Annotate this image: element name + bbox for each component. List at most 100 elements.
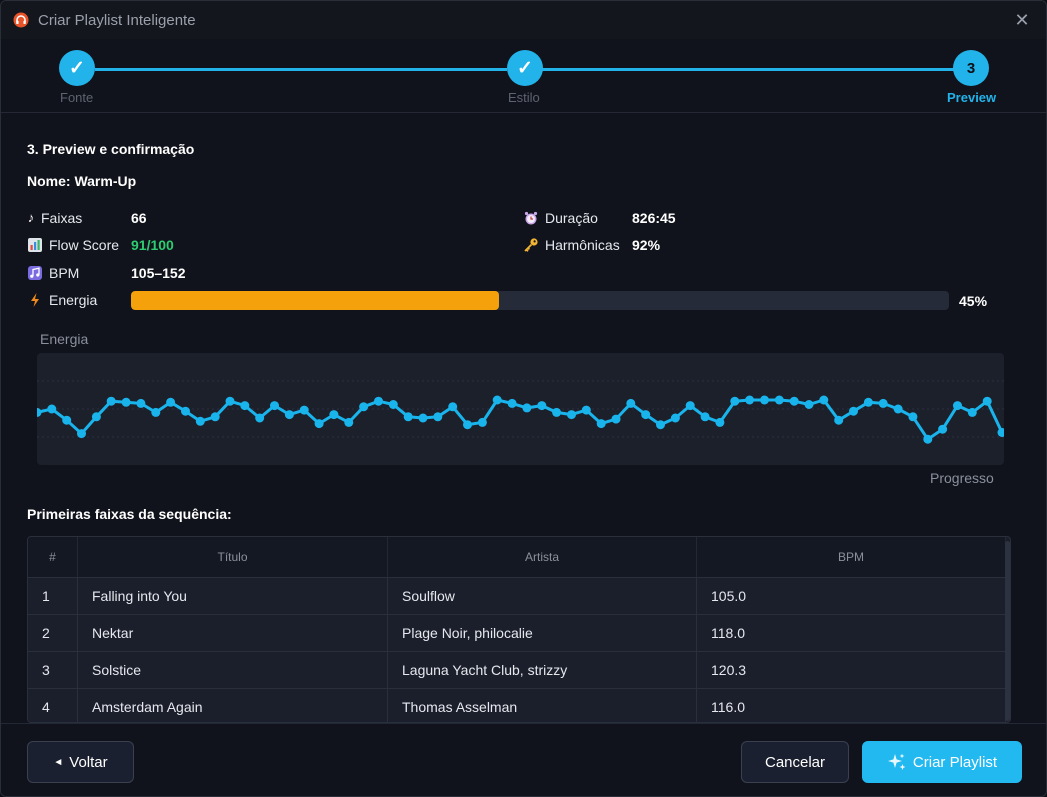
energy-data-point[interactable] xyxy=(522,403,532,413)
energy-data-point[interactable] xyxy=(314,419,324,429)
energy-data-point[interactable] xyxy=(240,401,250,411)
table-row[interactable]: 2 Nektar Plage Noir, philocalie 118.0 xyxy=(28,614,1006,651)
energy-data-point[interactable] xyxy=(433,412,443,422)
col-header-bpm[interactable]: BPM xyxy=(697,537,1006,577)
energy-data-point[interactable] xyxy=(819,395,829,405)
energy-data-point[interactable] xyxy=(477,417,487,427)
energy-data-point[interactable] xyxy=(344,417,354,427)
table-row[interactable]: 1 Falling into You Soulflow 105.0 xyxy=(28,577,1006,614)
energy-data-point[interactable] xyxy=(641,410,651,420)
energy-data-point[interactable] xyxy=(388,400,398,409)
energy-data-point[interactable] xyxy=(611,414,621,424)
energy-data-point[interactable] xyxy=(77,429,86,439)
cell-title: Solstice xyxy=(78,652,388,688)
energy-data-point[interactable] xyxy=(863,397,873,407)
energy-data-point[interactable] xyxy=(760,395,769,405)
energy-data-point[interactable] xyxy=(507,398,517,408)
energy-data-point[interactable] xyxy=(463,420,472,430)
energy-data-point[interactable] xyxy=(789,396,799,406)
cell-title: Nektar xyxy=(78,615,388,651)
create-playlist-button[interactable]: Criar Playlist xyxy=(862,741,1022,783)
cell-artist: Soulflow xyxy=(388,578,697,614)
energy-data-point[interactable] xyxy=(270,401,279,411)
back-button[interactable]: ◄ Voltar xyxy=(27,741,134,783)
key-icon xyxy=(524,238,538,252)
energy-data-point[interactable] xyxy=(626,398,636,408)
energy-data-point[interactable] xyxy=(195,416,205,426)
energy-data-point[interactable] xyxy=(804,400,814,409)
energy-data-point[interactable] xyxy=(359,402,369,412)
energy-data-point[interactable] xyxy=(700,412,710,422)
cell-number: 3 xyxy=(28,652,78,688)
cell-number: 1 xyxy=(28,578,78,614)
energy-data-point[interactable] xyxy=(210,412,220,422)
energy-data-point[interactable] xyxy=(745,395,755,405)
energy-data-point[interactable] xyxy=(37,407,42,417)
energy-data-point[interactable] xyxy=(552,407,562,417)
cancel-button[interactable]: Cancelar xyxy=(741,741,849,783)
energy-data-point[interactable] xyxy=(329,410,339,420)
energy-data-point[interactable] xyxy=(225,396,235,406)
energy-data-point[interactable] xyxy=(908,412,918,422)
energy-data-point[interactable] xyxy=(656,420,665,430)
energy-data-point[interactable] xyxy=(448,402,458,412)
energy-data-point[interactable] xyxy=(670,413,680,423)
table-row[interactable]: 3 Solstice Laguna Yacht Club, strizzy 12… xyxy=(28,651,1006,688)
cell-artist: Laguna Yacht Club, strizzy xyxy=(388,652,697,688)
chart-y-label: Energia xyxy=(40,331,89,347)
energy-progress-bar xyxy=(131,291,949,310)
energy-data-point[interactable] xyxy=(849,406,858,416)
table-scrollbar[interactable] xyxy=(1005,541,1010,721)
energy-data-point[interactable] xyxy=(774,395,784,405)
energy-data-point[interactable] xyxy=(685,401,695,411)
stat-duracao: Duração xyxy=(523,210,598,226)
stat-energia: Energia xyxy=(27,292,97,308)
window-title: Criar Playlist Inteligente xyxy=(38,12,196,29)
energy-data-point[interactable] xyxy=(136,398,146,408)
energy-data-point[interactable] xyxy=(730,396,740,406)
energy-data-point[interactable] xyxy=(938,424,948,434)
energy-data-point[interactable] xyxy=(106,396,116,406)
energy-data-point[interactable] xyxy=(893,404,903,414)
energy-data-point[interactable] xyxy=(878,398,888,408)
energy-data-point[interactable] xyxy=(923,434,933,444)
dialog-window: Criar Playlist Inteligente ✕ ✓ ✓ 3 Fonte… xyxy=(0,0,1047,797)
energy-data-point[interactable] xyxy=(62,415,72,425)
energy-data-point[interactable] xyxy=(967,407,977,417)
stat-bpm: BPM xyxy=(27,265,79,281)
col-header-title[interactable]: Título xyxy=(78,537,388,577)
energy-data-point[interactable] xyxy=(581,405,591,415)
energy-data-point[interactable] xyxy=(181,406,190,416)
energy-data-point[interactable] xyxy=(403,412,413,422)
energy-data-point[interactable] xyxy=(492,395,502,405)
energy-data-point[interactable] xyxy=(982,396,992,406)
energy-data-point[interactable] xyxy=(567,410,576,420)
energy-data-point[interactable] xyxy=(997,428,1005,437)
energy-data-point[interactable] xyxy=(953,401,962,411)
close-icon[interactable]: ✕ xyxy=(1012,10,1032,30)
stat-harmonicas-value: 92% xyxy=(632,237,661,253)
step-2-check-icon[interactable]: ✓ xyxy=(507,50,543,86)
energy-data-point[interactable] xyxy=(121,397,131,407)
energy-data-point[interactable] xyxy=(374,396,383,406)
energy-data-point[interactable] xyxy=(284,410,294,420)
energy-data-point[interactable] xyxy=(47,404,57,414)
step-1-check-icon[interactable]: ✓ xyxy=(59,50,95,86)
playlist-name: Nome: Warm-Up xyxy=(27,173,137,189)
energy-data-point[interactable] xyxy=(255,413,265,423)
energy-data-point[interactable] xyxy=(537,401,547,411)
col-header-artist[interactable]: Artista xyxy=(388,537,697,577)
energy-data-point[interactable] xyxy=(418,413,428,423)
energy-data-point[interactable] xyxy=(299,405,309,415)
energy-data-point[interactable] xyxy=(715,417,725,427)
dialog-footer: ◄ Voltar Cancelar Criar Playlist xyxy=(1,723,1046,796)
energy-data-point[interactable] xyxy=(166,397,176,407)
energy-data-point[interactable] xyxy=(91,412,101,422)
energy-data-point[interactable] xyxy=(834,415,844,425)
stat-duracao-value: 826:45 xyxy=(632,210,676,226)
energy-data-point[interactable] xyxy=(596,419,606,429)
energy-data-point[interactable] xyxy=(151,407,161,417)
col-header-number[interactable]: # xyxy=(28,537,78,577)
table-row[interactable]: 4 Amsterdam Again Thomas Asselman 116.0 xyxy=(28,688,1006,722)
stat-duracao-label: Duração xyxy=(545,210,598,226)
